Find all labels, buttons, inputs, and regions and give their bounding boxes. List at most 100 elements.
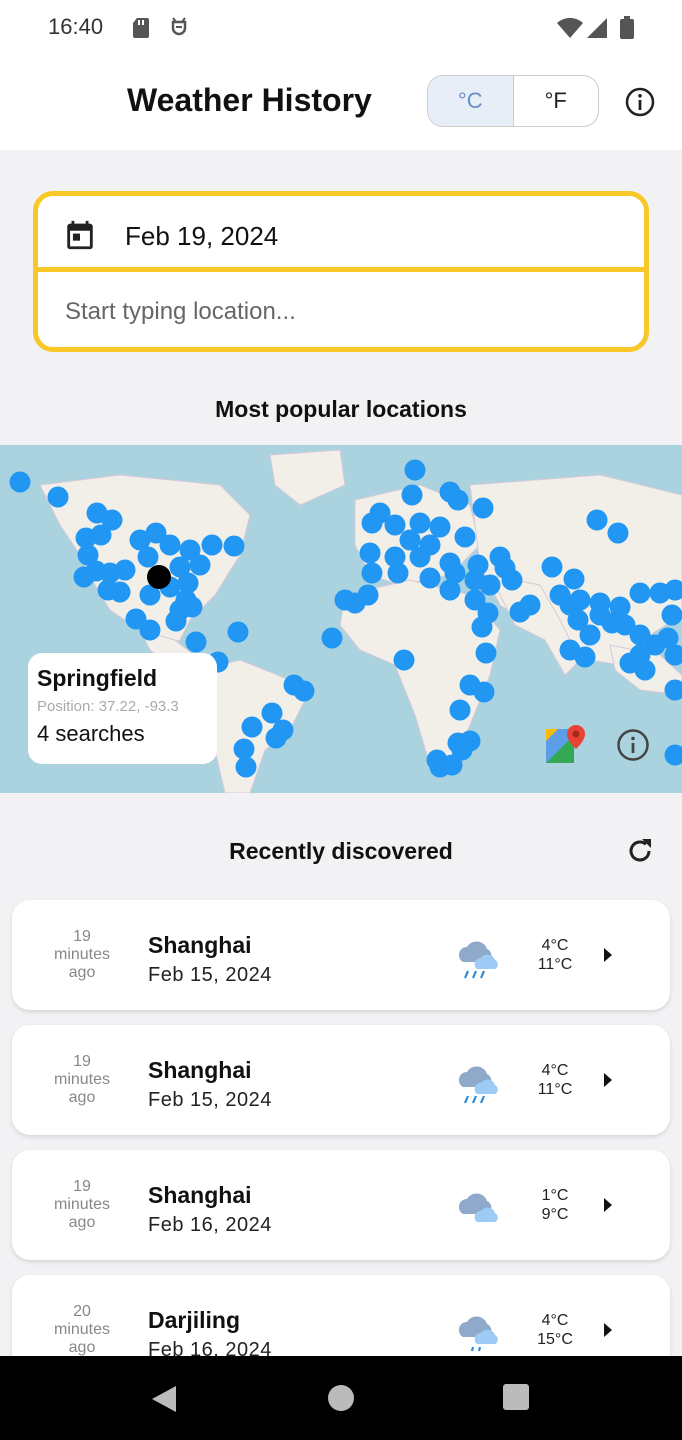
back-icon[interactable]: [150, 1384, 178, 1414]
location-marker[interactable]: [404, 459, 426, 481]
location-search-input[interactable]: [38, 277, 644, 347]
recently-discovered-title: Recently discovered: [229, 838, 453, 864]
chevron-right-icon: [604, 1198, 612, 1212]
location-marker[interactable]: [223, 535, 245, 557]
location-marker[interactable]: [109, 581, 131, 603]
recent-item-card[interactable]: 19 minutes ago Shanghai Feb 15, 2024 4°C…: [12, 900, 670, 1010]
location-marker[interactable]: [165, 610, 187, 632]
location-marker[interactable]: [361, 512, 383, 534]
location-marker[interactable]: [473, 681, 495, 703]
location-marker[interactable]: [359, 542, 381, 564]
location-marker[interactable]: [419, 567, 441, 589]
location-marker[interactable]: [47, 486, 69, 508]
location-marker[interactable]: [201, 534, 223, 556]
temp-min: 4°C: [541, 1312, 569, 1329]
time-ago-suffix: ago: [68, 964, 96, 981]
location-marker[interactable]: [139, 619, 161, 641]
location-marker[interactable]: [137, 546, 159, 568]
temp-max: 11°C: [537, 956, 573, 973]
google-maps-icon[interactable]: [544, 725, 588, 765]
time-ago: 19 minutes ago: [38, 1053, 126, 1107]
location-marker[interactable]: [159, 534, 181, 556]
location-marker[interactable]: [235, 756, 257, 778]
recent-item-card[interactable]: 19 minutes ago Shanghai Feb 16, 2024 1°C…: [12, 1150, 670, 1260]
location-marker[interactable]: [361, 562, 383, 584]
selected-date: Feb 19, 2024: [125, 221, 279, 251]
location-marker[interactable]: [409, 546, 431, 568]
fahrenheit-toggle-button[interactable]: °F: [514, 76, 599, 126]
location-marker[interactable]: [227, 621, 249, 643]
weather-date: Feb 15, 2024: [148, 964, 272, 986]
location-marker[interactable]: [569, 589, 591, 611]
location-marker[interactable]: [429, 516, 451, 538]
location-marker[interactable]: [185, 631, 207, 653]
location-marker[interactable]: [73, 566, 95, 588]
unit-toggle: °C °F: [427, 75, 599, 127]
location-marker[interactable]: [189, 554, 211, 576]
recent-apps-icon[interactable]: [503, 1384, 529, 1410]
calendar-icon: [67, 220, 93, 250]
location-marker[interactable]: [387, 562, 409, 584]
temp-max: 9°C: [541, 1206, 569, 1223]
location-marker[interactable]: [664, 744, 682, 766]
location-marker[interactable]: [265, 727, 287, 749]
system-navigation-bar: [0, 1356, 682, 1440]
location-marker[interactable]: [439, 579, 461, 601]
location-marker[interactable]: [479, 574, 501, 596]
city-name: Shanghai: [148, 1182, 252, 1208]
rain-cloud-icon: [458, 941, 498, 979]
time-ago-number: 19: [73, 1053, 91, 1070]
info-icon[interactable]: [624, 86, 656, 118]
app-bar: Weather History °C °F: [0, 56, 682, 150]
wifi-icon: [557, 17, 583, 38]
location-marker[interactable]: [181, 596, 203, 618]
location-marker[interactable]: [661, 604, 682, 626]
location-marker[interactable]: [393, 649, 415, 671]
location-marker[interactable]: [471, 616, 493, 638]
temp-min: 4°C: [541, 1062, 569, 1079]
time-ago-number: 20: [73, 1303, 91, 1320]
location-marker[interactable]: [607, 522, 629, 544]
refresh-icon[interactable]: [624, 835, 656, 867]
recent-item-card[interactable]: 19 minutes ago Shanghai Feb 15, 2024 4°C…: [12, 1025, 670, 1135]
location-marker[interactable]: [357, 584, 379, 606]
temp-max: 15°C: [537, 1331, 573, 1348]
location-marker[interactable]: [429, 756, 451, 778]
location-marker[interactable]: [475, 642, 497, 664]
signal-icon: [587, 18, 607, 38]
popup-search-count: 4 searches: [37, 721, 145, 746]
location-marker[interactable]: [501, 569, 523, 591]
location-marker[interactable]: [9, 471, 31, 493]
home-icon[interactable]: [327, 1384, 355, 1412]
location-marker[interactable]: [586, 509, 608, 531]
popular-locations-map[interactable]: Springfield Position: 37.22, -93.3 4 sea…: [0, 445, 682, 793]
location-marker[interactable]: [629, 582, 651, 604]
location-marker[interactable]: [563, 568, 585, 590]
date-picker-button[interactable]: Feb 19, 2024: [38, 196, 644, 272]
location-marker[interactable]: [509, 601, 531, 623]
map-attribution-info-icon[interactable]: [616, 728, 650, 762]
location-marker[interactable]: [472, 497, 494, 519]
location-marker[interactable]: [233, 738, 255, 760]
location-marker[interactable]: [634, 659, 656, 681]
location-marker[interactable]: [579, 624, 601, 646]
celsius-toggle-button[interactable]: °C: [428, 76, 514, 126]
location-marker[interactable]: [541, 556, 563, 578]
location-marker[interactable]: [401, 484, 423, 506]
city-name: Shanghai: [148, 932, 252, 958]
location-marker[interactable]: [574, 646, 596, 668]
location-marker[interactable]: [241, 716, 263, 738]
popup-location-name: Springfield: [37, 665, 158, 691]
location-marker[interactable]: [447, 489, 469, 511]
location-marker[interactable]: [454, 526, 476, 548]
location-marker[interactable]: [90, 524, 112, 546]
weather-date: Feb 15, 2024: [148, 1089, 272, 1111]
location-marker[interactable]: [449, 699, 471, 721]
location-marker[interactable]: [114, 559, 136, 581]
location-marker[interactable]: [321, 627, 343, 649]
chevron-right-icon: [604, 948, 612, 962]
location-marker[interactable]: [293, 680, 315, 702]
temp-min: 1°C: [541, 1187, 569, 1204]
location-marker[interactable]: [447, 732, 469, 754]
location-marker[interactable]: [384, 514, 406, 536]
